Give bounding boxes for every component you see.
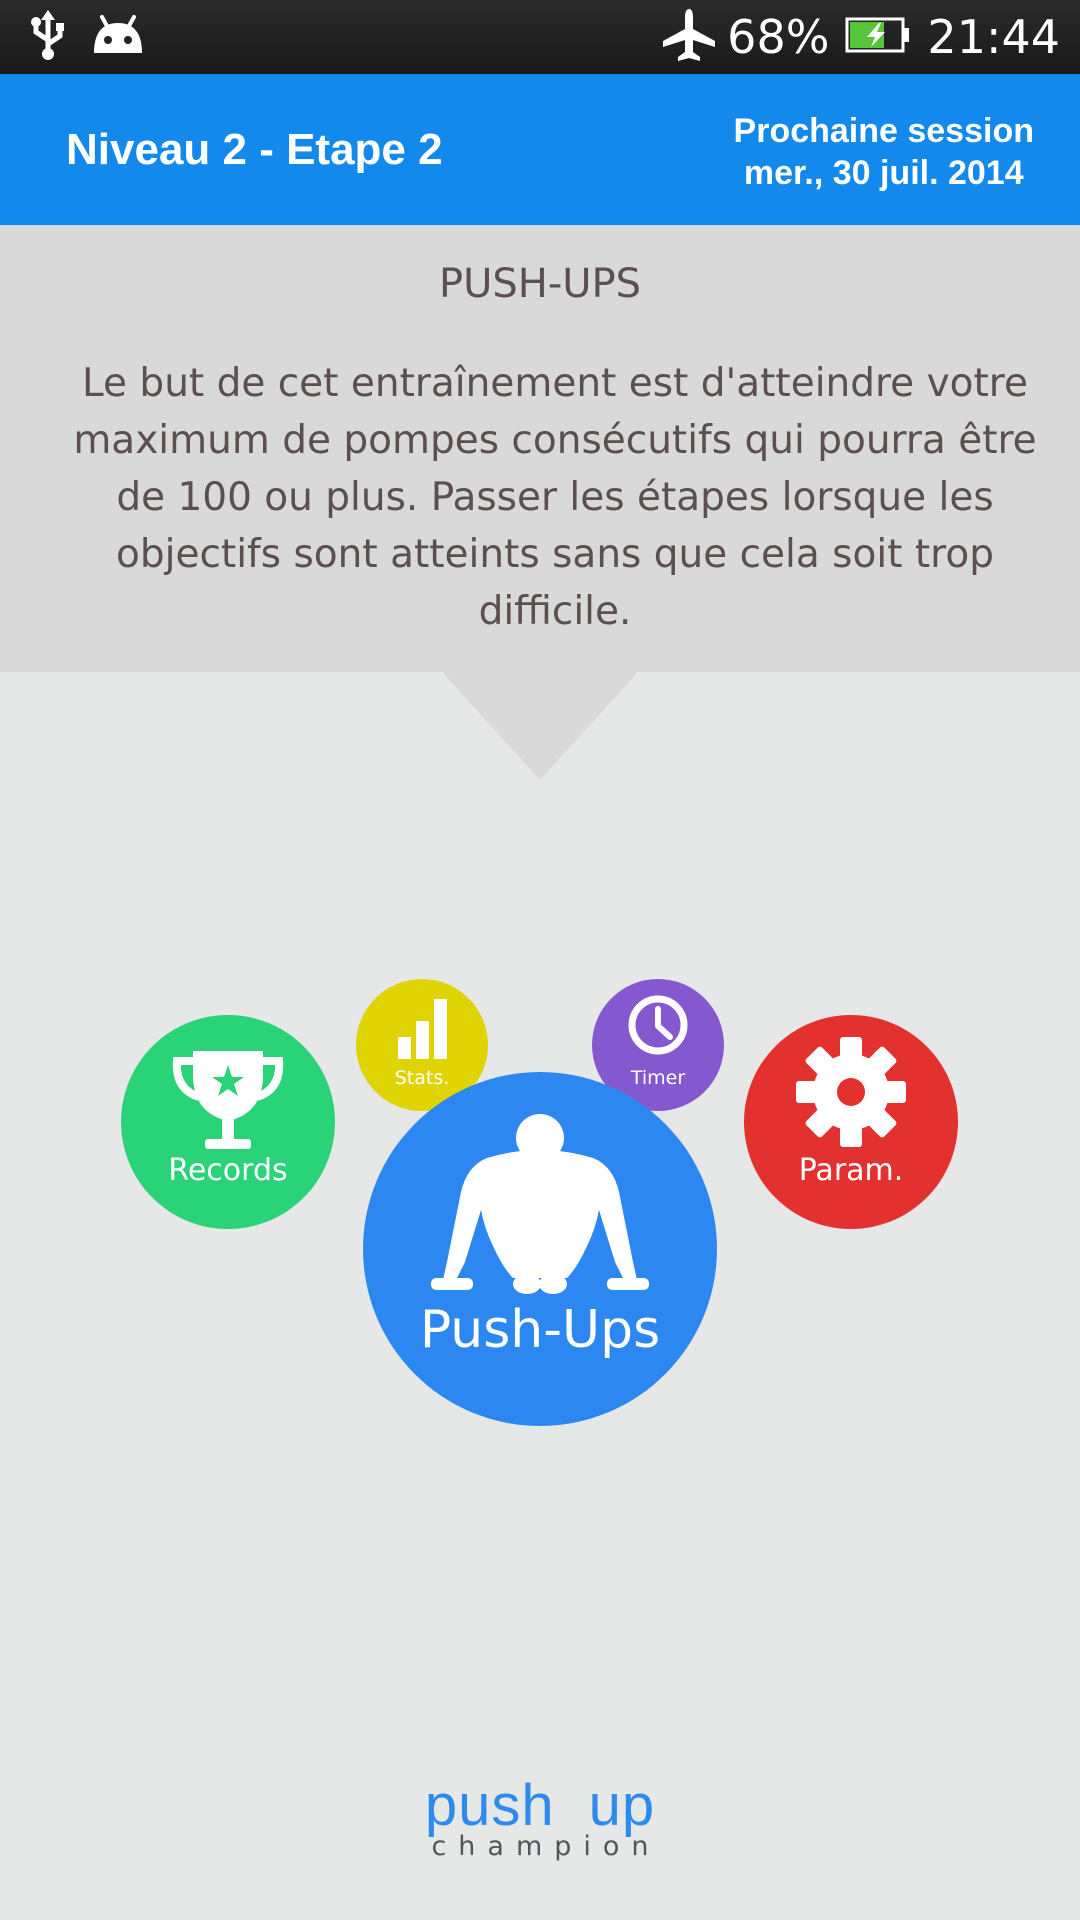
stats-label: Stats. (394, 1067, 450, 1089)
clock-icon (628, 995, 688, 1055)
android-icon (90, 13, 146, 61)
battery-percent: 68% (727, 10, 830, 64)
clock-time: 21:44 (927, 10, 1060, 64)
description-pointer (442, 672, 638, 780)
logo-subtitle: champion (431, 1831, 661, 1862)
push-ups-label: Push-Ups (419, 1300, 661, 1360)
airplane-mode-icon (661, 7, 717, 67)
status-bar: 68% 21:44 (0, 0, 1080, 74)
exercise-title: PUSH-UPS (438, 261, 642, 307)
gear-icon (796, 1037, 906, 1147)
records-label: Records (168, 1153, 288, 1188)
settings-button[interactable]: Param. (744, 1015, 958, 1229)
battery-charging-icon (845, 17, 911, 57)
trophy-icon (172, 1051, 284, 1149)
app-screen: 68% 21:44 Niveau 2 - Etape 2 Prochaine s… (0, 0, 1080, 1920)
logo-wordmark: push up (0, 1777, 1080, 1835)
next-session: Prochaine session mer., 30 juil. 2014 (734, 110, 1034, 194)
next-session-label: Prochaine session (733, 112, 1034, 150)
description-panel: PUSH-UPS Le but de cet entraînement est … (0, 225, 1080, 672)
level-step-title: Niveau 2 - Etape 2 (66, 125, 443, 174)
exercise-description: Le but de cet entraînement est d'atteind… (73, 361, 1037, 634)
push-ups-start-button[interactable]: Push-Ups (363, 1072, 717, 1426)
timer-label: Timer (630, 1067, 686, 1089)
app-header: Niveau 2 - Etape 2 Prochaine session mer… (0, 74, 1080, 225)
push-up-athlete-icon (431, 1114, 649, 1294)
status-bar-right: 68% 21:44 (661, 0, 1060, 74)
push-up-champion-logo: push up champion (0, 1777, 1080, 1862)
bar-chart-icon (398, 999, 447, 1059)
usb-icon (28, 10, 68, 64)
status-bar-left (28, 10, 146, 64)
logo-word-push: push (424, 1773, 555, 1838)
records-button[interactable]: Records (121, 1015, 335, 1229)
next-session-date: mer., 30 juil. 2014 (743, 154, 1024, 192)
logo-word-up: up (588, 1773, 656, 1838)
settings-label: Param. (798, 1153, 904, 1188)
